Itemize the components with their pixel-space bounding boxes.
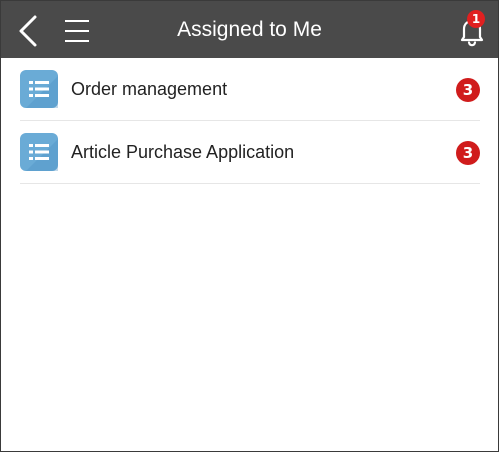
hamburger-menu-icon	[65, 20, 89, 42]
count-badge: 3	[456, 141, 480, 165]
app-list-icon	[20, 133, 58, 171]
count-badge: 3	[456, 78, 480, 102]
list-item-article-purchase-application[interactable]: Article Purchase Application 3	[20, 121, 480, 184]
list-item-label: Article Purchase Application	[71, 142, 295, 162]
notification-count-badge: 1	[467, 10, 485, 28]
app-list-icon	[20, 70, 58, 108]
app-window: Assigned to Me 1 Order management 3 Arti…	[0, 0, 499, 452]
assigned-app-list: Order management 3 Article Purchase Appl…	[20, 58, 480, 184]
header-bar: Assigned to Me 1	[1, 1, 498, 58]
list-item-order-management[interactable]: Order management 3	[20, 58, 480, 121]
page-title: Assigned to Me	[177, 18, 322, 41]
menu-button[interactable]	[61, 15, 93, 47]
back-button[interactable]	[15, 13, 47, 49]
chevron-left-icon	[19, 15, 37, 47]
list-item-label: Order management	[71, 79, 228, 99]
